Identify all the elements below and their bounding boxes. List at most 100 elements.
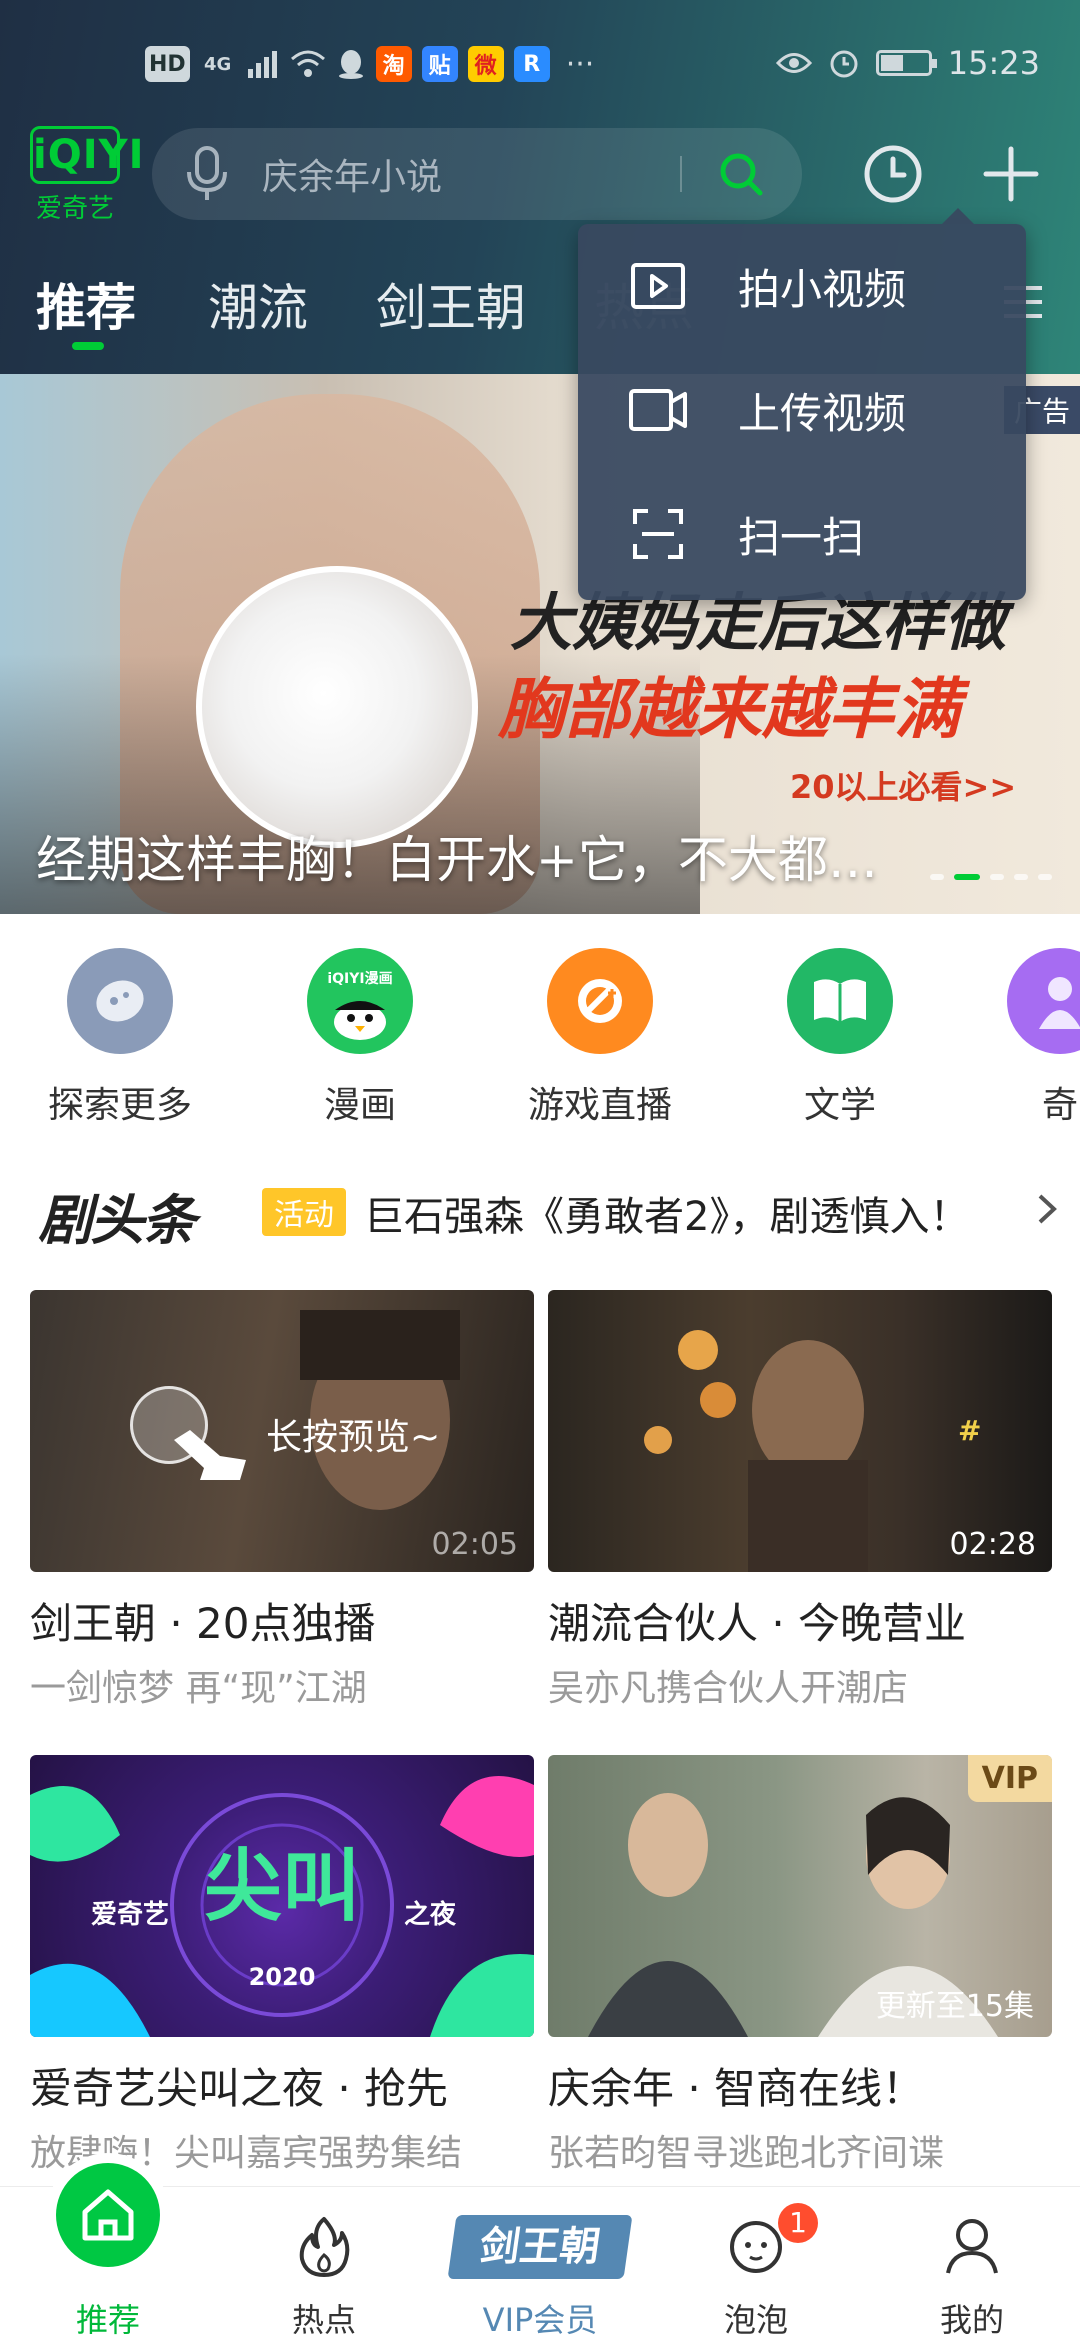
rr-icon: R	[513, 46, 550, 82]
nav-profile[interactable]: 我的	[864, 2187, 1080, 2340]
episode-update-label: 更新至15集	[875, 1989, 1034, 2024]
vip-promo-logo: 剑王朝	[447, 2215, 633, 2279]
quick-literature[interactable]: 文学	[740, 948, 940, 1128]
play-icon	[578, 262, 738, 310]
ticker-text: 巨石强森《勇敢者2》，剧透慎入！	[364, 1194, 970, 1240]
video-card[interactable]: # 02:28 潮流合伙人 · 今晚营业 吴亦凡携合伙人开潮店	[548, 1290, 1052, 1711]
video-subtitle: 一剑惊梦 再“现”江湖	[30, 1668, 367, 1709]
wifi-icon	[290, 50, 325, 77]
video-title: 爱奇艺尖叫之夜 · 抢先	[30, 2064, 449, 2113]
book-icon	[787, 948, 893, 1054]
video-title: 剑王朝 · 20点独播	[30, 1599, 376, 1648]
banner-dot-active	[954, 874, 980, 880]
video-thumbnail: 尖叫 爱奇艺 之夜 2020	[30, 1755, 534, 2037]
video-duration: 02:05	[431, 1527, 518, 1562]
nav-label: 泡泡	[723, 2301, 788, 2339]
microphone-icon[interactable]	[152, 146, 262, 202]
news-ticker[interactable]: 剧头条 活动 巨石强森《勇敢者2》，剧透慎入！	[0, 1170, 1080, 1252]
video-thumbnail: 长按预览~ 02:05	[30, 1290, 534, 1572]
menu-label: 扫一扫	[738, 512, 865, 562]
menu-item-shoot-video[interactable]: 拍小视频	[578, 224, 1026, 348]
status-icons-left: HD 4G 淘 贴 微 R ···	[145, 46, 594, 82]
nav-label: 我的	[939, 2301, 1004, 2339]
video-card[interactable]: 长按预览~ 02:05 剑王朝 · 20点独播 一剑惊梦 再“现”江湖	[30, 1290, 534, 1711]
search-bar[interactable]: 庆余年小说	[152, 128, 802, 220]
nav-label: 热点	[291, 2301, 356, 2339]
eye-icon	[775, 53, 812, 73]
chevron-right-icon	[1036, 1192, 1058, 1230]
quick-entry-row: 探索更多 iQIYI漫画 漫画 游戏直播 文学 奇	[0, 948, 1080, 1138]
quick-label: 文学	[803, 1085, 876, 1126]
banner-dot	[1038, 874, 1052, 880]
quick-label: 奇	[1041, 1085, 1078, 1126]
notification-badge: 1	[778, 2203, 818, 2243]
menu-item-scan[interactable]: 扫一扫	[578, 472, 1026, 596]
quick-label: 探索更多	[47, 1085, 192, 1126]
iqiyi-logo[interactable]: iQIYI 爱奇艺	[30, 126, 143, 225]
banner-pagination	[930, 874, 1052, 880]
menu-label: 拍小视频	[738, 264, 907, 314]
scan-icon	[578, 508, 738, 560]
quick-label: 漫画	[323, 1085, 396, 1126]
plus-icon[interactable]	[980, 143, 1042, 209]
tab-trend[interactable]: 潮流	[208, 268, 308, 340]
quick-comics[interactable]: iQIYI漫画 漫画	[260, 948, 460, 1128]
search-input[interactable]: 庆余年小说	[262, 148, 680, 200]
flame-icon	[216, 2215, 432, 2279]
video-subtitle: 吴亦凡携合伙人开潮店	[548, 1668, 909, 1709]
menu-item-upload-video[interactable]: 上传视频	[578, 348, 1026, 472]
banner-headline-2: 胸部越来越丰满	[498, 671, 960, 748]
weibo-icon: 微	[467, 46, 504, 82]
search-icon[interactable]	[718, 151, 802, 197]
lemon-icon	[67, 948, 173, 1054]
bubble-face-icon	[648, 2215, 864, 2275]
video-thumbnail: VIP 更新至15集	[548, 1755, 1052, 2037]
comics-mark: iQIYI漫画	[327, 971, 393, 987]
svg-text:爱奇艺: 爱奇艺	[91, 1900, 169, 1930]
svg-text:之夜: 之夜	[404, 1899, 457, 1930]
nav-bubble[interactable]: 1 泡泡	[648, 2187, 864, 2340]
home-icon	[56, 2163, 160, 2267]
network-4g-indicator: 4G	[204, 53, 232, 75]
ticker-logo: 剧头条	[38, 1189, 196, 1252]
banner-title: 经期这样丰胸！白开水+它，不大都…	[36, 831, 878, 889]
banner-subline: 20以上必看>>	[790, 768, 1017, 806]
person-icon	[1007, 948, 1080, 1054]
nav-vip[interactable]: 剑王朝 VIP会员	[432, 2187, 648, 2340]
svg-text:尖叫: 尖叫	[204, 1842, 360, 1932]
more-notifications: ···	[565, 46, 595, 82]
history-clock-icon[interactable]	[862, 143, 924, 209]
bottom-navigation: 推荐 热点 剑王朝 VIP会员 1 泡泡 我的	[0, 2163, 1080, 2340]
qq-icon	[338, 50, 363, 79]
nav-recommend[interactable]: 推荐	[0, 2163, 216, 2340]
video-duration: 02:28	[949, 1527, 1036, 1562]
video-title: 潮流合伙人 · 今晚营业	[548, 1599, 967, 1648]
tab-jianwangchao[interactable]: 剑王朝	[376, 268, 526, 340]
svg-text:#: #	[958, 1414, 981, 1447]
video-thumbnail: # 02:28	[548, 1290, 1052, 1572]
active-tab-indicator	[72, 342, 104, 350]
activity-badge: 活动	[262, 1188, 346, 1236]
nav-hot[interactable]: 热点	[216, 2187, 432, 2340]
logo-text: 爱奇艺	[35, 194, 114, 224]
banner-dot	[1014, 874, 1028, 880]
quick-game-live[interactable]: 游戏直播	[500, 948, 700, 1128]
banner-dot	[930, 874, 944, 880]
quick-more-partial[interactable]: 奇	[960, 948, 1080, 1128]
camera-icon	[578, 388, 738, 432]
clock: 15:23	[947, 44, 1040, 82]
status-bar: HD 4G 淘 贴 微 R ··· 15:23	[0, 0, 1080, 120]
quick-label: 游戏直播	[527, 1085, 672, 1126]
search-divider	[680, 156, 682, 192]
menu-label: 上传视频	[738, 388, 907, 438]
comics-icon: iQIYI漫画	[307, 948, 413, 1054]
tab-recommend[interactable]: 推荐	[36, 268, 136, 340]
video-card[interactable]: VIP 更新至15集 庆余年 · 智商在线！ 张若昀智寻逃跑北齐间谍	[548, 1755, 1052, 2176]
video-title: 庆余年 · 智商在线！	[548, 2064, 925, 2113]
video-subtitle: 张若昀智寻逃跑北齐间谍	[548, 2133, 945, 2174]
nav-label: VIP会员	[482, 2301, 598, 2339]
quick-explore[interactable]: 探索更多	[20, 948, 220, 1128]
video-card[interactable]: 尖叫 爱奇艺 之夜 2020 爱奇艺尖叫之夜 · 抢先 放肆嗨！尖叫嘉宾强势集结	[30, 1755, 534, 2176]
hand-pointer-icon	[170, 1430, 250, 1494]
game-controller-icon	[547, 948, 653, 1054]
